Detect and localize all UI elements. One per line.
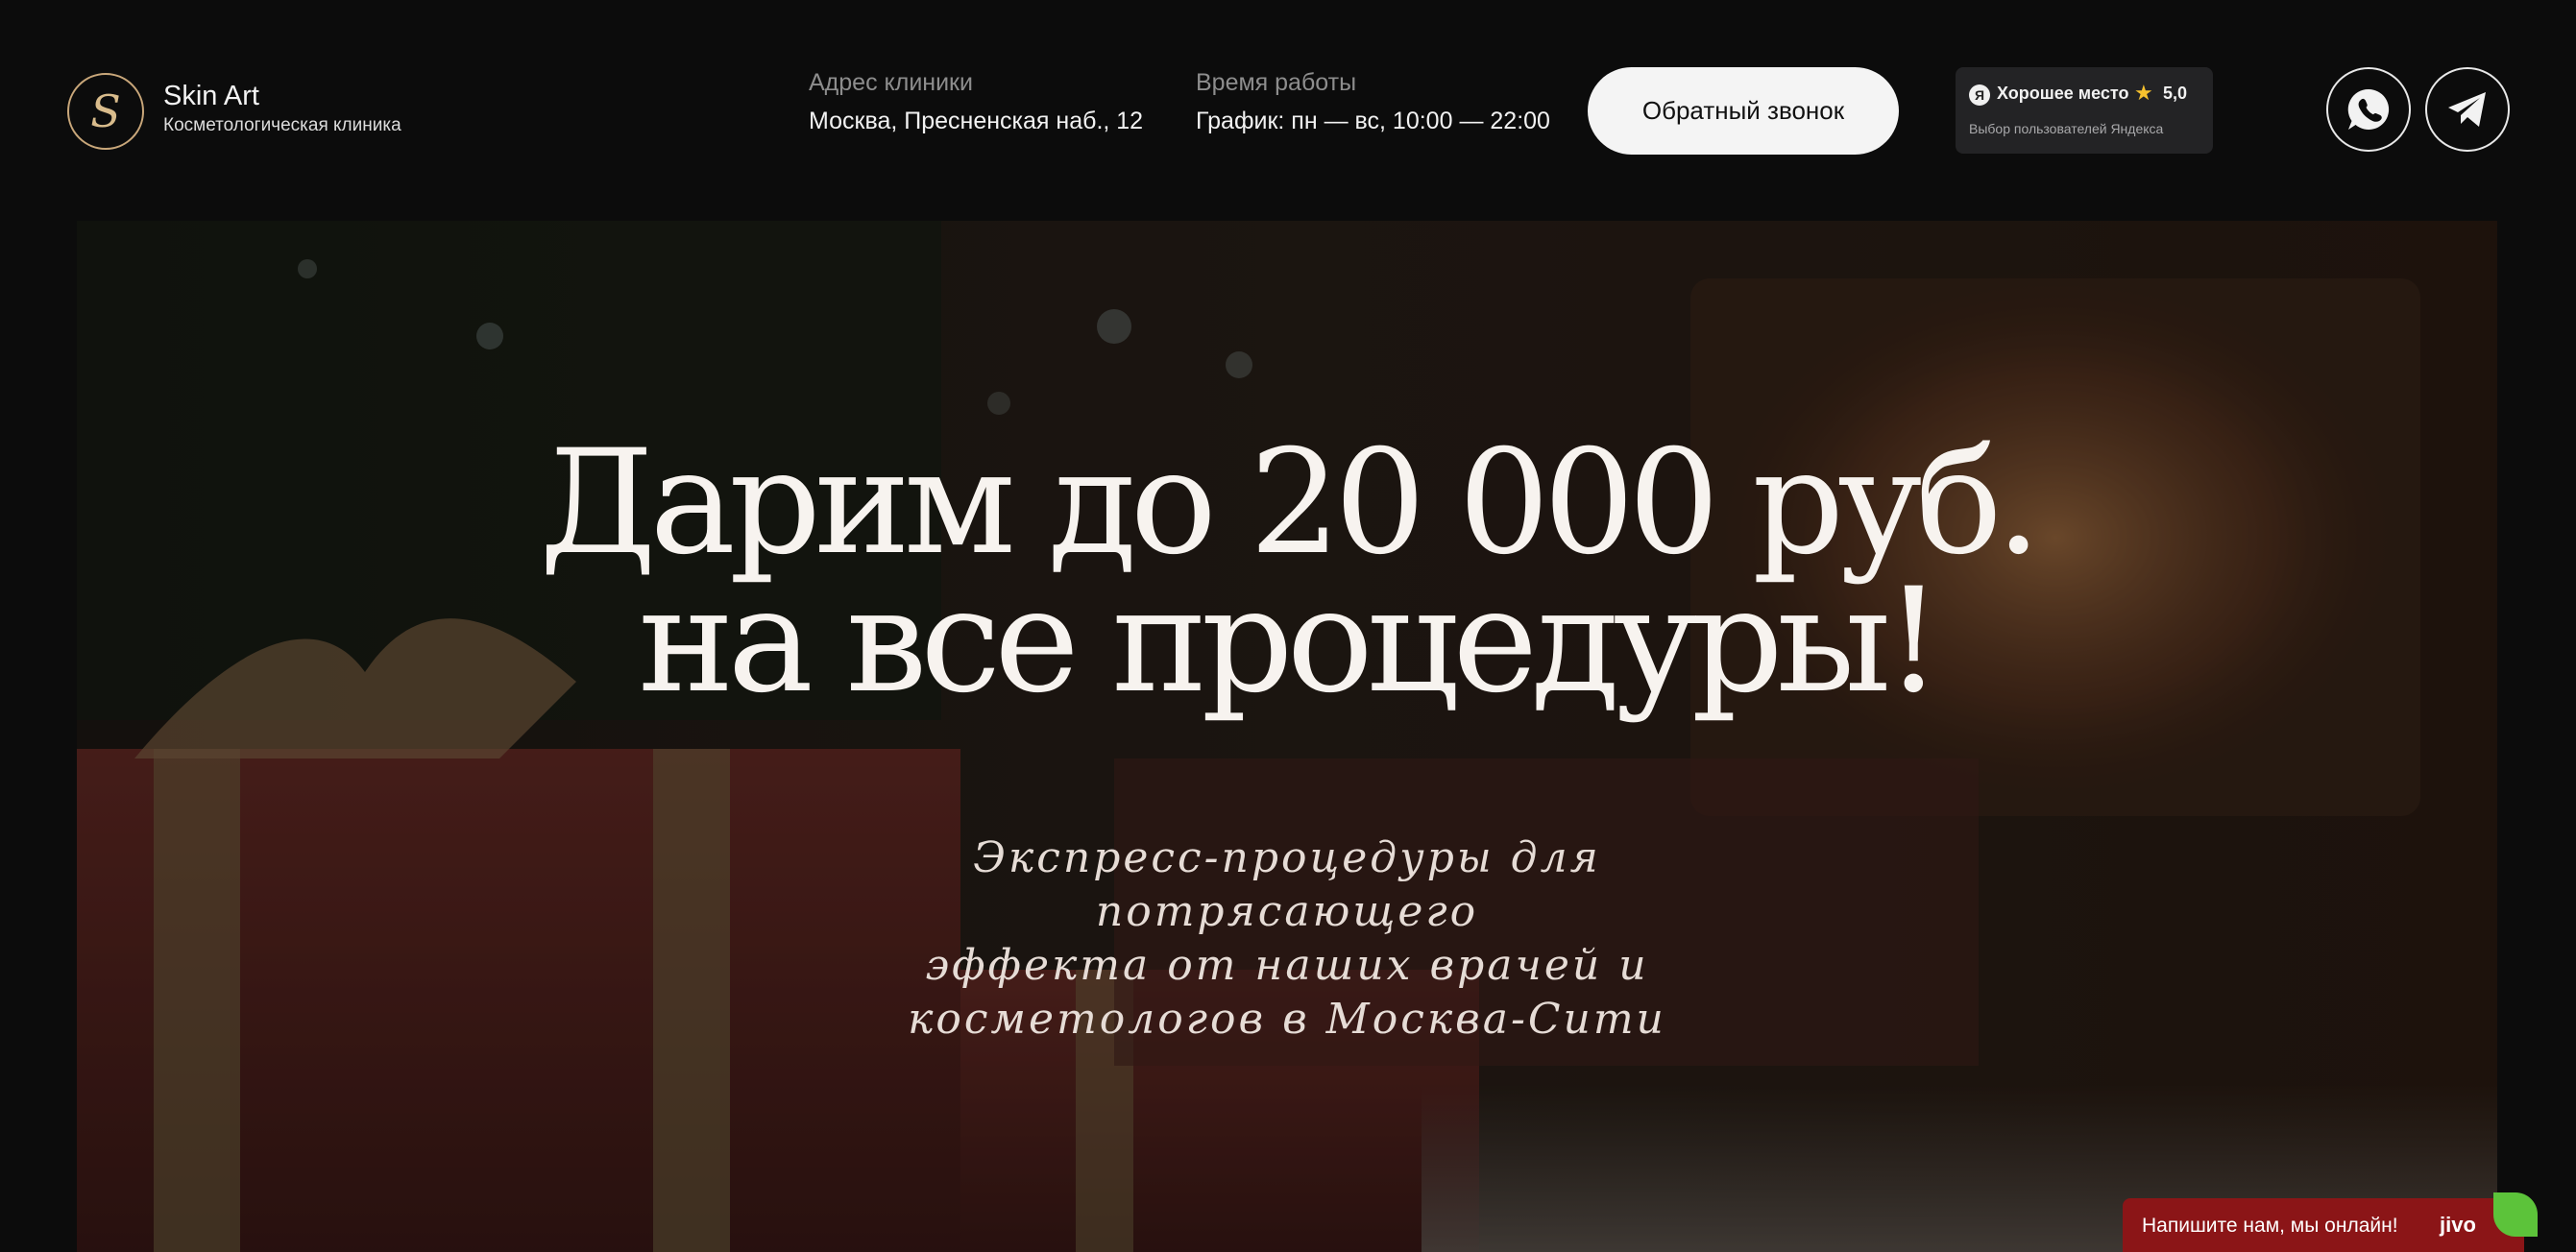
star-icon: ★	[2134, 81, 2153, 105]
badge-subtitle: Выбор пользователей Яндекса	[1969, 121, 2164, 136]
hero-banner: Дарим до 20 000 руб. на все процедуры! Э…	[77, 221, 2497, 1252]
badge-title: Хорошее место	[1997, 84, 2129, 103]
address-label: Адрес клиники	[809, 69, 973, 96]
hours-label: Время работы	[1196, 69, 1357, 96]
yandex-rating-badge[interactable]: Я Хорошее место ★ 5,0 Выбор пользователе…	[1956, 67, 2213, 154]
brand-name[interactable]: Skin Art	[163, 81, 259, 112]
chat-widget-text: Напишите нам, мы онлайн!	[2142, 1215, 2398, 1237]
hero-title: Дарим до 20 000 руб. на все процедуры!	[77, 420, 2497, 725]
hero-title-line-2: на все процедуры!	[638, 558, 1943, 725]
hero-subtitle: Экспресс-процедуры для потрясающего эффе…	[807, 831, 1767, 1047]
address-value: Москва, Пресненская наб., 12	[809, 108, 1144, 134]
telegram-button[interactable]	[2425, 67, 2510, 152]
clinic-logo-icon[interactable]: S	[65, 71, 146, 152]
telegram-icon	[2448, 92, 2486, 127]
jivo-logo-icon: jivo	[2440, 1213, 2476, 1237]
hero-title-line-1: Дарим до 20 000 руб.	[539, 420, 2042, 587]
hours-value: График: пн — вс, 10:00 — 22:00	[1196, 108, 1550, 134]
hero-background-image	[77, 221, 2497, 1252]
callback-button[interactable]: Обратный звонок	[1588, 67, 1899, 155]
brand-subtitle: Косметологическая клиника	[163, 115, 401, 135]
svg-text:S: S	[90, 85, 121, 137]
hero-subtitle-line-3: косметологов в Москва-Сити	[908, 995, 1666, 1044]
hero-subtitle-line-1: Экспресс-процедуры для потрясающего	[973, 833, 1601, 936]
site-header: S Skin Art Косметологическая клиника Адр…	[0, 0, 2576, 221]
hero-subtitle-line-2: эффекта от наших врачей и	[925, 941, 1649, 990]
badge-rating: 5,0	[2163, 84, 2188, 103]
yandex-logo-icon: Я	[1969, 84, 1990, 106]
whatsapp-icon	[2347, 88, 2390, 130]
jivo-leaf-icon	[2493, 1192, 2538, 1237]
whatsapp-button[interactable]	[2326, 67, 2411, 152]
chat-widget-button[interactable]: Напишите нам, мы онлайн! jivo	[2123, 1192, 2538, 1252]
